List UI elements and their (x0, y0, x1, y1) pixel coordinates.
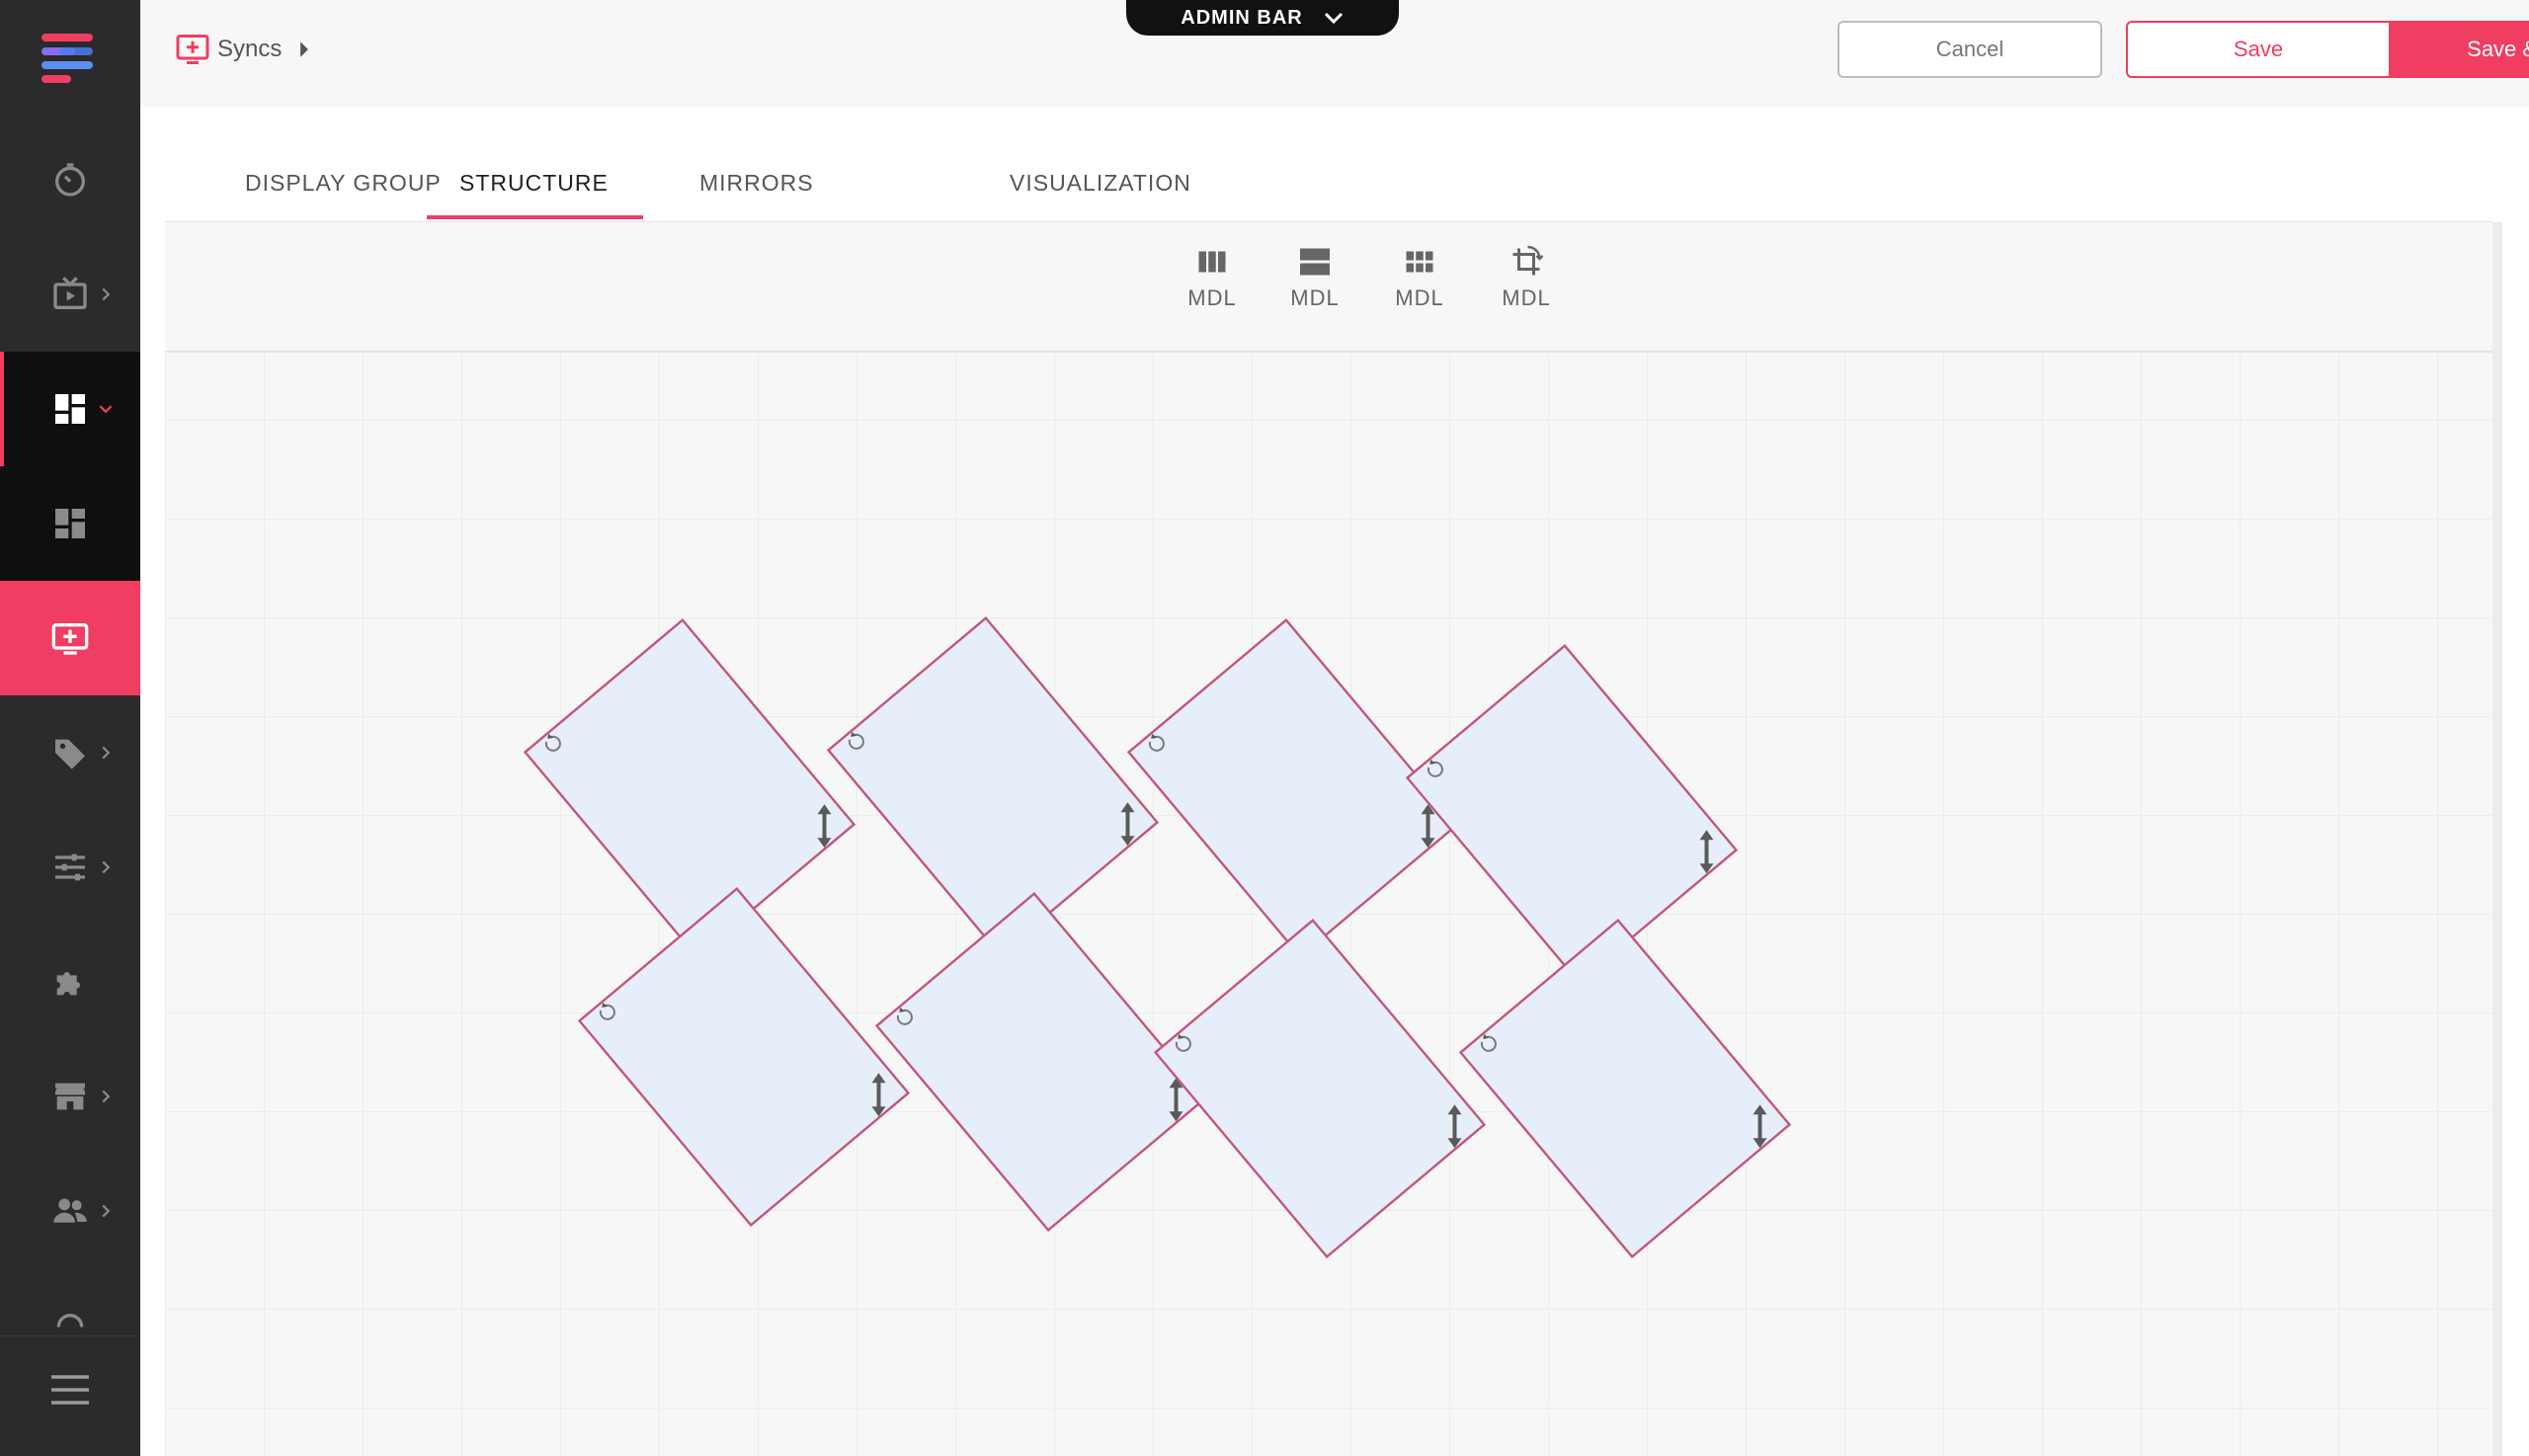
sidebar-item-dashboard[interactable] (0, 466, 140, 581)
sidebar-item-timer[interactable] (0, 122, 140, 237)
tab-mirrors[interactable]: MIRRORS (699, 170, 814, 197)
tool-columns[interactable]: MDL (1173, 244, 1252, 311)
save-button[interactable]: Save (2126, 21, 2391, 78)
breadcrumb[interactable]: Syncs (174, 32, 311, 67)
users-icon (53, 1198, 87, 1223)
screen-tile[interactable] (826, 616, 1160, 956)
active-tab-indicator (427, 215, 643, 219)
admin-bar-toggle[interactable]: ADMIN BAR (1126, 0, 1399, 36)
store-icon (55, 1083, 85, 1110)
caret-right-icon (300, 41, 309, 57)
tool-rows[interactable]: MDL (1275, 244, 1354, 311)
tool-crop-rotate[interactable]: MDL (1487, 244, 1566, 311)
active-group-indicator (0, 352, 4, 466)
tab-structure[interactable]: STRUCTURE (459, 170, 609, 197)
sync-screen-icon (51, 623, 89, 655)
layout-toolbar: MDL MDL MDL MDL (165, 222, 2492, 353)
save-exit-button[interactable]: Save & Exit (2391, 21, 2529, 78)
tab-visualization[interactable]: VISUALIZATION (1010, 170, 1191, 197)
sidebar-item-syncs[interactable] (0, 581, 140, 695)
dashboard-icon (55, 509, 85, 538)
tool-label: MDL (1187, 285, 1237, 310)
tool-label: MDL (1502, 285, 1551, 310)
screen-tile[interactable] (1153, 919, 1487, 1258)
tool-label: MDL (1395, 285, 1444, 310)
screen-tile[interactable] (1126, 618, 1460, 958)
tool-grid[interactable]: MDL (1380, 244, 1459, 311)
sidebar-item-media[interactable] (0, 237, 140, 352)
chevron-right-icon (102, 287, 111, 301)
hamburger-icon (51, 1375, 89, 1405)
sidebar (0, 0, 140, 1456)
puzzle-icon (56, 972, 80, 996)
chevron-right-icon (102, 1204, 111, 1218)
timer-icon (55, 163, 85, 197)
sidebar-item-dashboards-group[interactable] (0, 352, 140, 466)
vertical-scrollbar[interactable] (2492, 222, 2502, 1456)
tab-display-group[interactable]: DISPLAY GROUP (245, 170, 442, 197)
sidebar-item-settings[interactable] (0, 810, 140, 925)
screen-tile[interactable] (1458, 919, 1792, 1258)
chevron-down-icon (1324, 12, 1343, 25)
tool-label: MDL (1290, 285, 1340, 310)
chevron-right-icon (102, 746, 111, 760)
menu-toggle-button[interactable] (0, 1335, 140, 1443)
screen-tile[interactable] (874, 892, 1208, 1232)
chevron-down-icon (99, 405, 113, 414)
tag-icon (55, 739, 85, 769)
dashboard-icon (55, 394, 85, 424)
sidebar-item-tags[interactable] (0, 695, 140, 810)
layout-canvas[interactable] (165, 351, 2492, 1456)
admin-bar-label: ADMIN BAR (1181, 6, 1303, 29)
chevron-right-icon (102, 1090, 111, 1103)
columns-icon (1198, 251, 1226, 273)
tab-bar: DISPLAY GROUP STRUCTURE MIRRORS VISUALIZ… (165, 107, 2492, 223)
chevron-right-icon (102, 860, 111, 874)
rows-icon (1300, 248, 1330, 276)
screen-tile[interactable] (1405, 644, 1739, 984)
crop-rotate-icon (1512, 245, 1544, 276)
sidebar-item-stores[interactable] (0, 1039, 140, 1154)
breadcrumb-label[interactable]: Syncs (217, 36, 282, 63)
structure-workspace: MDL MDL MDL MDL (165, 222, 2492, 1456)
sliders-icon (55, 853, 85, 881)
main-content: DISPLAY GROUP STRUCTURE MIRRORS VISUALIZ… (140, 107, 2529, 1456)
sync-screen-icon (176, 35, 209, 64)
loading-icon (56, 1314, 84, 1328)
sidebar-item-users[interactable] (0, 1154, 140, 1268)
grid-icon (1406, 251, 1433, 273)
screen-tile[interactable] (577, 887, 911, 1227)
screen-tile[interactable] (523, 618, 857, 958)
app-logo[interactable] (38, 30, 97, 85)
sidebar-item-plugins[interactable] (0, 925, 140, 1039)
sidebar-item-more[interactable] (0, 1268, 140, 1335)
cancel-button[interactable]: Cancel (1837, 21, 2102, 78)
tv-play-icon (53, 277, 87, 309)
